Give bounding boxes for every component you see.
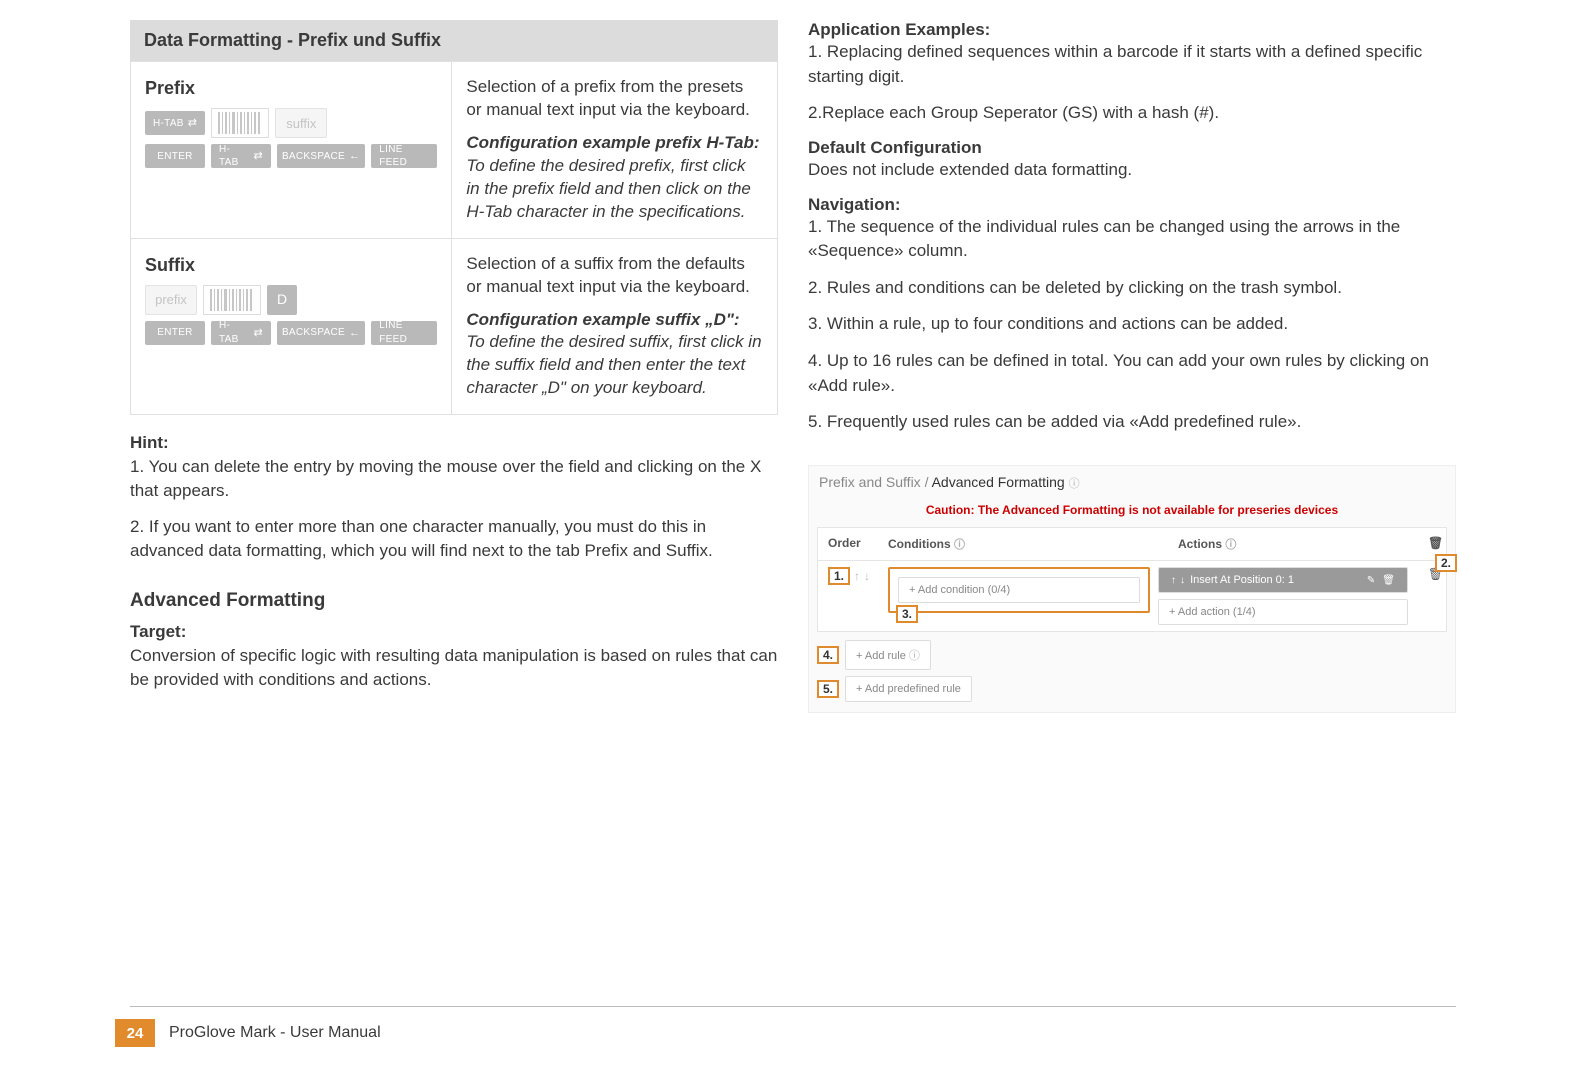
suffix-title: Suffix [145,253,437,277]
breadcrumb-sep: / [925,474,929,490]
barcode-icon [211,108,269,138]
hint-2: 2. If you want to enter more than one ch… [130,515,778,563]
app-examples-heading: Application Examples: [808,20,1456,40]
caution-text: Caution: The Advanced Formatting is not … [809,499,1455,527]
down-arrow-icon: ↓ [1180,575,1185,586]
marker-5: 5. [817,680,839,698]
marker-3: 3. [896,605,918,623]
table-row: 1. 1. ↑ ↓ + Add condition (0/4) 3. [818,561,1446,631]
chip-backspace: BACKSPACE← [277,321,365,345]
suffix-ghost: suffix [275,108,327,138]
default-config-text: Does not include extended data formattin… [808,158,1456,183]
back-arrow-icon: ← [349,149,360,164]
hint-1: 1. You can delete the entry by moving th… [130,455,778,503]
chip-enter: ENTER [145,321,205,345]
nav-1: 1. The sequence of the individual rules … [808,215,1456,264]
chip-linefeed: LINE FEED [371,321,437,345]
marker-2: 2. [1435,554,1457,572]
marker-1: 1. [828,567,850,585]
target-heading: Target: [130,622,778,642]
trash-icon: 🗑 [1428,536,1443,550]
chip-backspace: BACKSPACE← [277,144,365,168]
help-icon[interactable]: ⓘ [909,650,920,662]
suffix-desc: Selection of a suffix from the defaults … [466,253,763,299]
page-footer: 24 ProGlove Mark - User Manual [0,1006,1586,1047]
th-conditions: Conditions ⓘ [878,528,1168,560]
rules-table: Order Conditions ⓘ Actions ⓘ 🗑 1. 1. ↑ ↓ [817,527,1447,632]
hint-heading: Hint: [130,433,778,453]
prefix-example-b: To define the desired prefix, first clic… [466,155,763,224]
app-1: 1. Replacing defined sequences within a … [808,40,1456,89]
barcode-icon [203,285,261,315]
prefix-ghost: prefix [145,285,197,315]
up-arrow-icon[interactable]: ↑ [854,569,860,583]
footer-title: ProGlove Mark - User Manual [169,1024,381,1042]
add-predefined-rule-button[interactable]: + Add predefined rule [845,676,972,702]
prefix-title: Prefix [145,76,437,100]
suffix-example-b: To define the desired suffix, first clic… [466,331,763,400]
down-arrow-icon[interactable]: ↓ [864,569,870,583]
add-action-button[interactable]: + Add action (1/4) [1158,599,1408,625]
add-rule-button[interactable]: + Add rule ⓘ [845,640,931,670]
nav-4: 4. Up to 16 rules can be defined in tota… [808,349,1456,398]
back-arrow-icon: ← [349,326,360,341]
default-config-heading: Default Configuration [808,138,1456,158]
swap-icon: ⇄ [253,326,263,341]
add-condition-button[interactable]: + Add condition (0/4) [898,577,1140,603]
suffix-example-h: Configuration example suffix „D": [466,309,763,332]
target-text: Conversion of specific logic with result… [130,644,778,692]
chip-htab: H-TAB⇄ [145,111,205,135]
trash-icon[interactable]: 🗑 [1382,575,1395,586]
chip-htab-2: H-TAB⇄ [211,144,271,168]
prefix-preview-row: H-TAB⇄ suffix [145,108,437,138]
help-icon[interactable]: ⓘ [1069,478,1080,490]
app-2: 2.Replace each Group Seperator (GS) with… [808,101,1456,126]
th-order: Order [818,528,878,560]
insert-action[interactable]: ↑↓ Insert At Position 0: 1 ✎ 🗑 [1158,567,1408,593]
prefix-example-h: Configuration example prefix H-Tab: [466,132,763,155]
breadcrumb-prev[interactable]: Prefix and Suffix [819,474,921,490]
help-icon[interactable]: ⓘ [954,539,965,551]
nav-3: 3. Within a rule, up to four conditions … [808,312,1456,337]
edit-icon[interactable]: ✎ [1367,575,1375,586]
nav-2: 2. Rules and conditions can be deleted b… [808,276,1456,301]
suffix-chips-row: ENTER H-TAB⇄ BACKSPACE← LINE FEED [145,321,437,345]
marker-4: 4. [817,646,839,664]
navigation-heading: Navigation: [808,195,1456,215]
help-icon[interactable]: ⓘ [1225,539,1236,551]
page-number: 24 [115,1019,155,1047]
d-chip: D [267,285,297,315]
up-arrow-icon: ↑ [1171,575,1176,586]
section-header: Data Formatting - Prefix und Suffix [130,20,778,61]
chip-linefeed: LINE FEED [371,144,437,168]
swap-icon: ⇄ [188,116,198,131]
breadcrumb-current: Advanced Formatting [932,474,1065,490]
prefix-chips-row: ENTER H-TAB⇄ BACKSPACE← LINE FEED [145,144,437,168]
advanced-formatting-heading: Advanced Formatting [130,590,778,612]
swap-icon: ⇄ [253,149,263,164]
chip-htab-3: H-TAB⇄ [211,321,271,345]
chip-enter: ENTER [145,144,205,168]
suffix-preview-row: prefix D [145,285,437,315]
th-actions: Actions ⓘ [1168,528,1418,560]
prefix-suffix-table: Prefix H-TAB⇄ suffix ENTER H-TAB⇄ BACKSP… [130,61,778,415]
breadcrumb: Prefix and Suffix / Advanced Formatting … [809,466,1455,499]
advanced-formatting-screenshot: Prefix and Suffix / Advanced Formatting … [808,465,1456,713]
prefix-desc: Selection of a prefix from the presets o… [466,76,763,122]
nav-5: 5. Frequently used rules can be added vi… [808,410,1456,435]
